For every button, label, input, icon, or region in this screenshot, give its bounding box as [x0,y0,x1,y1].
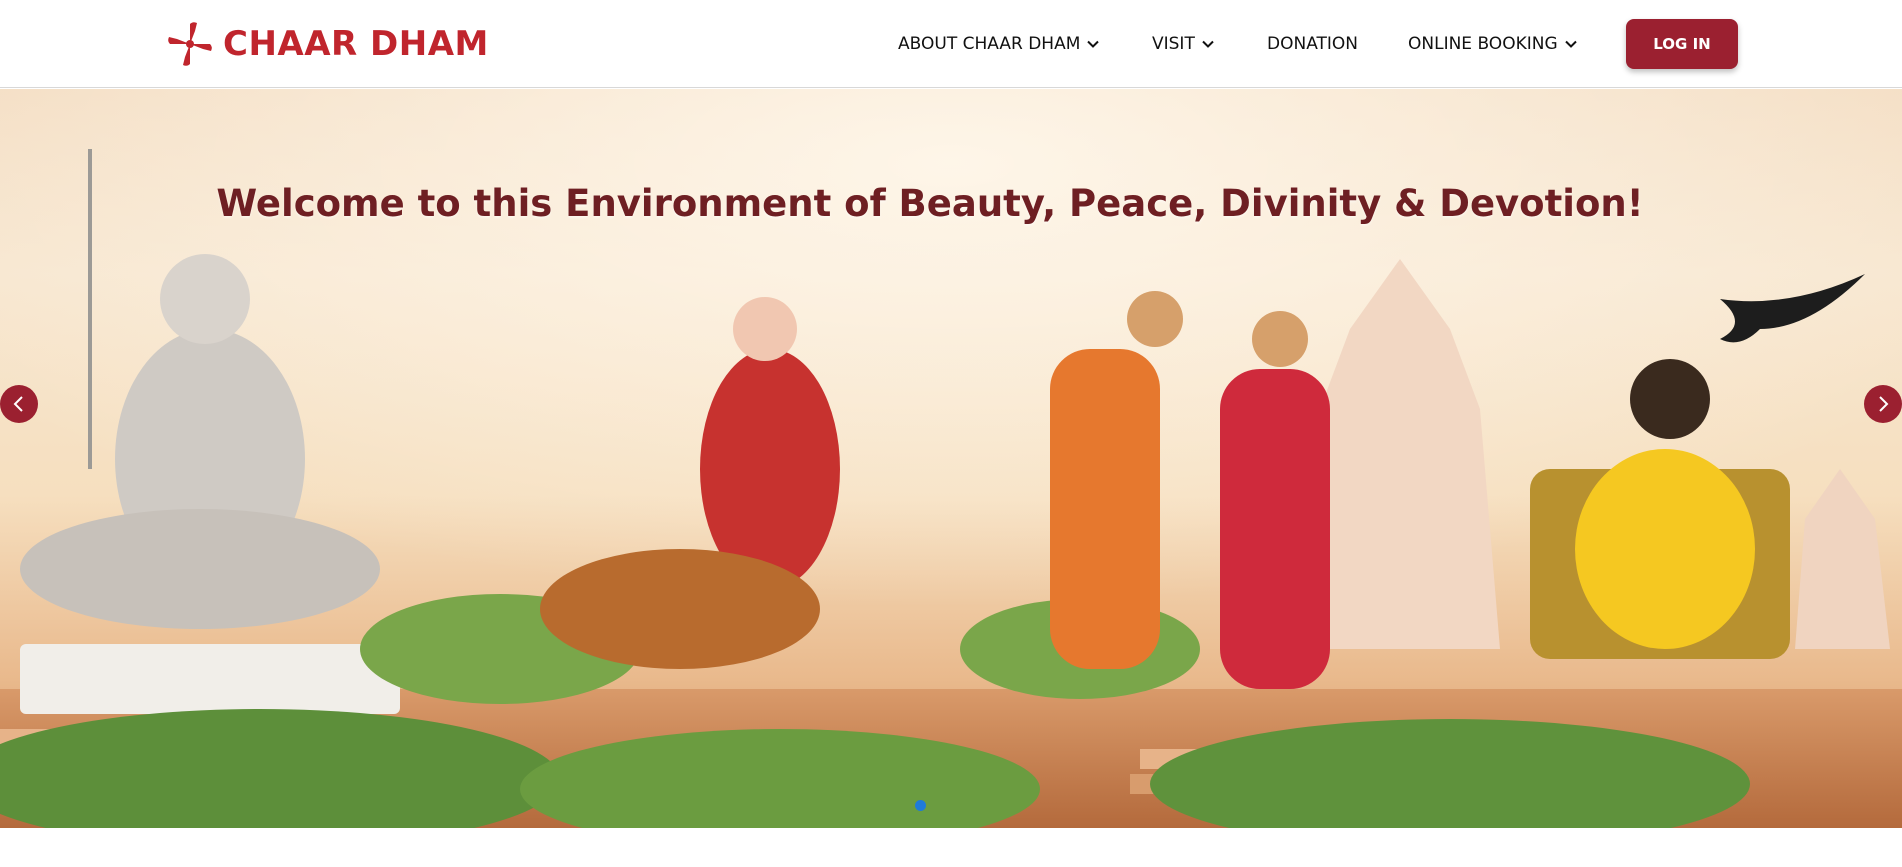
chevron-down-icon [1087,40,1100,48]
hero-title: Welcome to this Environment of Beauty, P… [216,182,1644,225]
hero-carousel: Welcome to this Environment of Beauty, P… [0,89,1902,828]
nav-item-online-booking[interactable]: ONLINE BOOKING [1408,34,1578,54]
nav-item-label: VISIT [1152,34,1195,54]
nav-item-visit[interactable]: VISIT [1152,34,1215,54]
logo-link[interactable]: CHAAR DHAM [165,18,489,70]
carousel-next-button[interactable] [1864,385,1902,423]
nav-item-donation[interactable]: DONATION [1267,34,1358,54]
chevron-down-icon [1564,40,1577,48]
brand-name: CHAAR DHAM [223,24,489,64]
carousel-indicators [915,800,926,811]
login-button[interactable]: LOG IN [1626,19,1738,69]
carousel-prev-button[interactable] [0,385,38,423]
chevron-right-icon [1879,396,1889,412]
swastika-logo-icon [168,22,212,66]
carousel-dot[interactable] [915,800,926,811]
site-header: CHAAR DHAM ABOUT CHAAR DHAM VISIT DONATI… [0,0,1902,88]
nav-item-label: ABOUT CHAAR DHAM [898,34,1081,54]
chevron-down-icon [1202,40,1214,48]
nav-item-about[interactable]: ABOUT CHAAR DHAM [898,34,1100,54]
nav-item-label: ONLINE BOOKING [1408,34,1558,54]
chevron-left-icon [13,396,23,412]
nav-item-label: DONATION [1267,34,1358,54]
